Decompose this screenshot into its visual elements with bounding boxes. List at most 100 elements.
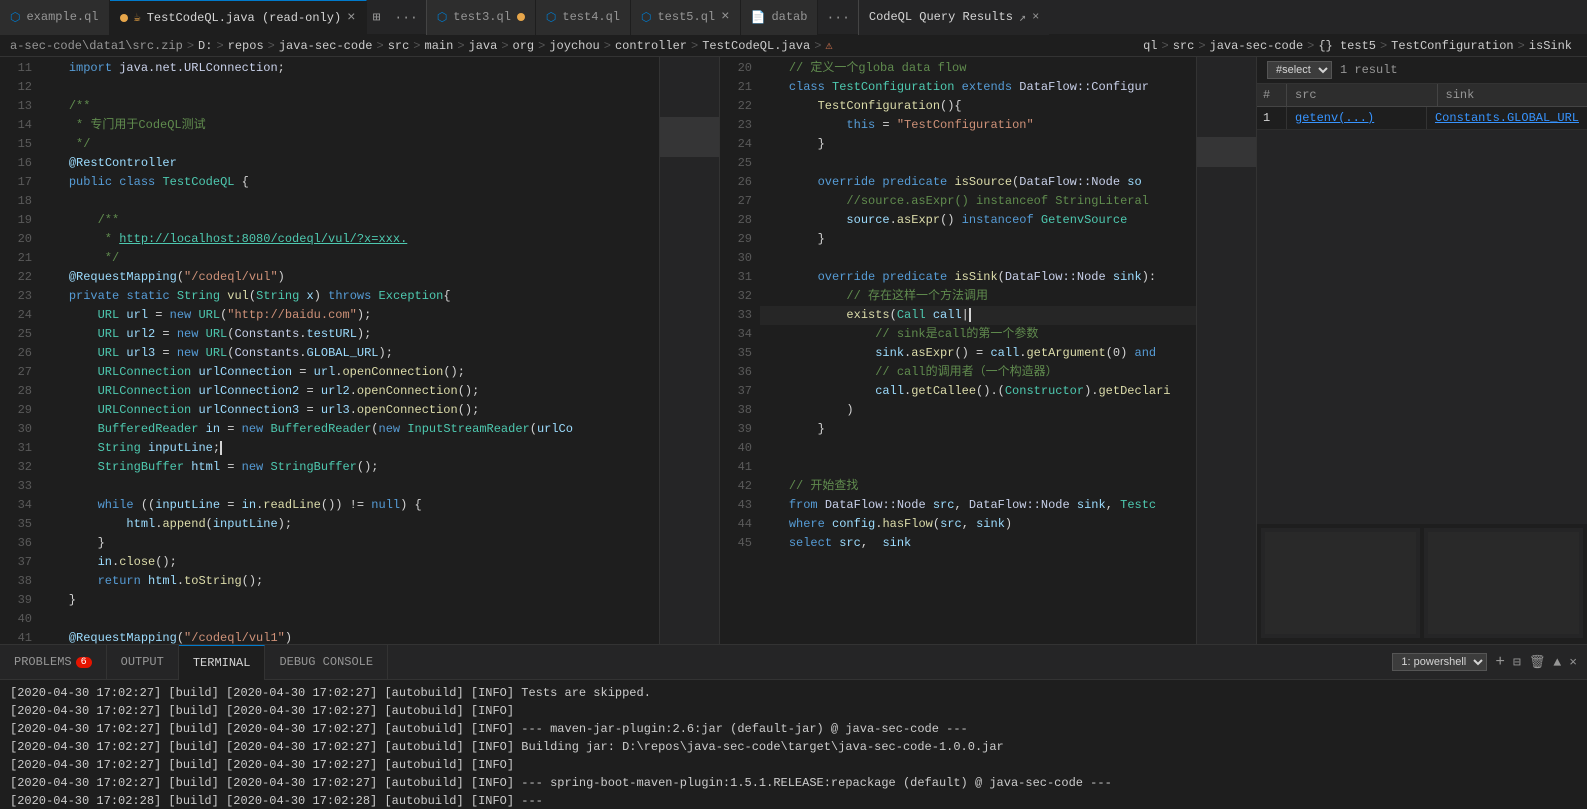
tab-output[interactable]: OUTPUT [107, 645, 179, 680]
tab-testcodeql-java[interactable]: ☕ TestCodeQL.java (read-only) × [110, 0, 367, 35]
code-line [40, 78, 659, 97]
code-line: ) [760, 401, 1196, 420]
code-line: } [40, 534, 659, 553]
tab-icon: ⬡ [546, 10, 556, 25]
code-line: } [40, 591, 659, 610]
trash-terminal-btn[interactable]: 🗑 [1529, 655, 1546, 670]
tab-label: test3.ql [453, 10, 511, 24]
code-line: //source.asExpr() instanceof StringLiter… [760, 192, 1196, 211]
left-code-content: 11 12 13 14 15 16 17 18 19 20 21 22 23 2… [0, 57, 659, 644]
code-line: return html.toString(); [40, 572, 659, 591]
tab-problems[interactable]: PROBLEMS 6 [0, 645, 107, 680]
code-line [760, 154, 1196, 173]
left-editor-panel: 11 12 13 14 15 16 17 18 19 20 21 22 23 2… [0, 57, 720, 644]
tab-terminal[interactable]: TERMINAL [179, 645, 266, 680]
main-content: 11 12 13 14 15 16 17 18 19 20 21 22 23 2… [0, 57, 1587, 644]
code-line: } [760, 230, 1196, 249]
code-line: class TestConfiguration extends DataFlow… [760, 78, 1196, 97]
tab-overflow-right[interactable]: ··· [818, 10, 857, 25]
results-table-header: # src sink [1257, 84, 1587, 107]
tab-label: example.ql [26, 10, 98, 24]
problems-label: PROBLEMS [14, 655, 72, 669]
tab-debug-console[interactable]: DEBUG CONSOLE [265, 645, 388, 680]
tab-overflow-left[interactable]: ··· [386, 10, 425, 25]
tab-modified-dot [517, 13, 525, 21]
tab-icon: ⬡ [437, 10, 447, 25]
close-icon[interactable]: × [721, 10, 729, 24]
tab-test5-ql[interactable]: ⬡ test5.ql × [631, 0, 741, 35]
left-minimap [659, 57, 719, 644]
codeql-tab-close[interactable]: × [1032, 10, 1039, 24]
right-code-area[interactable]: 20 21 22 23 24 25 26 27 28 29 30 31 32 3… [720, 57, 1256, 644]
tab-example-ql[interactable]: ⬡ example.ql [0, 0, 110, 35]
sink-link[interactable]: Constants.GLOBAL_URL [1435, 111, 1579, 125]
code-line: URL url3 = new URL(Constants.GLOBAL_URL)… [40, 344, 659, 363]
code-line: // call的调用者（一个构造器） [760, 363, 1196, 382]
maximize-panel-btn[interactable]: ▲ [1553, 655, 1561, 670]
src-link[interactable]: getenv(...) [1295, 111, 1374, 125]
code-line: // 存在这样一个方法调用 [760, 287, 1196, 306]
code-line: override predicate isSource(DataFlow::No… [760, 173, 1196, 192]
code-line [40, 192, 659, 211]
tab-test3-ql[interactable]: ⬡ test3.ql [427, 0, 536, 35]
right-minimap [1196, 57, 1256, 644]
terminal-label: TERMINAL [193, 656, 251, 670]
left-code-area[interactable]: 11 12 13 14 15 16 17 18 19 20 21 22 23 2… [0, 57, 719, 644]
code-line: } [760, 135, 1196, 154]
tab-label: test4.ql [562, 10, 620, 24]
code-line [760, 249, 1196, 268]
code-line: in.close(); [40, 553, 659, 572]
split-editor-btn[interactable]: ⊞ [367, 10, 387, 25]
terminal-line: [2020-04-30 17:02:27] [build] [2020-04-3… [10, 720, 1577, 738]
select-dropdown[interactable]: #select [1267, 61, 1332, 79]
tab-icon: ⬡ [641, 10, 651, 25]
right-editor-panel: 20 21 22 23 24 25 26 27 28 29 30 31 32 3… [720, 57, 1257, 644]
code-line: // 开始查找 [760, 477, 1196, 496]
close-icon[interactable]: × [347, 11, 355, 25]
code-line: /** [40, 97, 659, 116]
tab-dot [120, 14, 128, 22]
code-line: * http://localhost:8080/codeql/vul/?x=xx… [40, 230, 659, 249]
tab-icon: ⬡ [10, 10, 20, 25]
codeql-tab-resize[interactable]: ↗ [1019, 10, 1026, 25]
tab-label: TestCodeQL.java (read-only) [147, 11, 341, 25]
terminal-content[interactable]: [2020-04-30 17:02:27] [build] [2020-04-3… [0, 680, 1587, 809]
code-line: } [760, 420, 1196, 439]
code-line: TestConfiguration(){ [760, 97, 1196, 116]
terminal-line: [2020-04-30 17:02:27] [build] [2020-04-3… [10, 756, 1577, 774]
results-sub-header: #select 1 result [1257, 57, 1587, 84]
result-row-src[interactable]: getenv(...) [1287, 107, 1427, 129]
bottom-tabs: PROBLEMS 6 OUTPUT TERMINAL DEBUG CONSOLE… [0, 645, 1587, 680]
code-line: public class TestCodeQL { [40, 173, 659, 192]
code-line: // 定义一个globa data flow [760, 59, 1196, 78]
code-line: @RequestMapping("/codeql/vul") [40, 268, 659, 287]
code-line: * 专门用于CodeQL测试 [40, 116, 659, 135]
code-line: private static String vul(String x) thro… [40, 287, 659, 306]
code-line: exists(Call call| [760, 306, 1196, 325]
add-terminal-btn[interactable]: + [1495, 653, 1505, 671]
tab-test4-ql[interactable]: ⬡ test4.ql [536, 0, 631, 35]
tab-bar: ⬡ example.ql ☕ TestCodeQL.java (read-onl… [0, 0, 1587, 35]
terminal-line: [2020-04-30 17:02:28] [build] [2020-04-3… [10, 792, 1577, 809]
tab-datab[interactable]: 📄 datab [741, 0, 819, 35]
code-line [760, 439, 1196, 458]
code-line: html.append(inputLine); [40, 515, 659, 534]
code-line: */ [40, 135, 659, 154]
code-line: String inputLine; [40, 439, 659, 458]
code-line: URLConnection urlConnection = url.openCo… [40, 363, 659, 382]
code-line: */ [40, 249, 659, 268]
close-panel-btn[interactable]: × [1569, 655, 1577, 670]
result-row-sink[interactable]: Constants.GLOBAL_URL [1427, 107, 1587, 129]
code-line: URL url2 = new URL(Constants.testURL); [40, 325, 659, 344]
tab-icon: 📄 [751, 10, 766, 25]
codeql-results-panel: #select 1 result # src sink 1 getenv(...… [1257, 57, 1587, 644]
code-line: this = "TestConfiguration" [760, 116, 1196, 135]
terminal-line: [2020-04-30 17:02:27] [build] [2020-04-3… [10, 774, 1577, 792]
split-terminal-btn[interactable]: ⊟ [1513, 655, 1521, 670]
code-line: call.getCallee().(Constructor).getDeclar… [760, 382, 1196, 401]
problems-badge: 6 [76, 657, 92, 668]
powershell-select[interactable]: 1: powershell [1392, 653, 1487, 671]
codeql-panel-tab[interactable]: CodeQL Query Results ↗ × [859, 0, 1049, 35]
tab-label: datab [771, 10, 807, 24]
code-line: override predicate isSink(DataFlow::Node… [760, 268, 1196, 287]
